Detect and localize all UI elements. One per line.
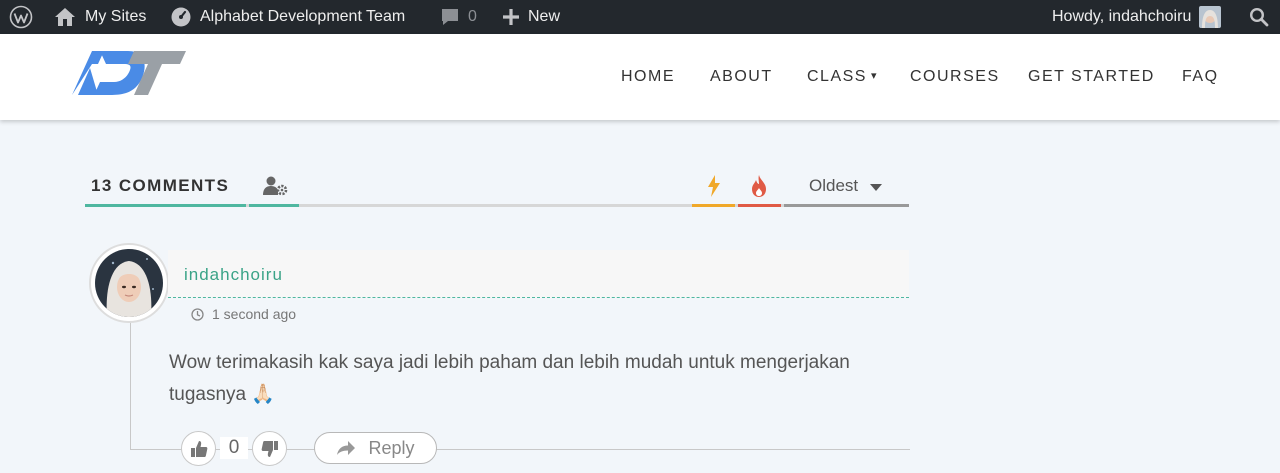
home-icon: [55, 8, 75, 26]
nav-faq[interactable]: FAQ: [1182, 68, 1219, 86]
comment-time-label: 1 second ago: [212, 306, 297, 322]
my-sites-label: My Sites: [85, 8, 147, 25]
site-header: HOME ABOUT CLASS ▾ COURSES GET STARTED FA…: [0, 34, 1280, 120]
sort-newest-button[interactable]: [704, 174, 724, 198]
fire-icon: [752, 175, 766, 197]
comment-text: Wow terimakasih kak saya jadi lebih paha…: [169, 352, 850, 405]
nav-home[interactable]: HOME: [621, 68, 675, 86]
reply-label: Reply: [368, 437, 415, 458]
subscribe-button[interactable]: [262, 175, 290, 197]
reply-button[interactable]: Reply: [314, 432, 437, 464]
dashboard-icon: [171, 7, 191, 27]
site-logo[interactable]: [70, 48, 188, 103]
reply-arrow-icon: [337, 441, 356, 455]
wordpress-menu[interactable]: [9, 0, 33, 34]
search-icon: [1249, 7, 1269, 27]
new-label: New: [528, 8, 561, 25]
comments-menu[interactable]: 0: [440, 0, 477, 34]
site-name-menu[interactable]: Alphabet Development Team: [170, 0, 405, 34]
sort-dropdown[interactable]: Oldest: [809, 176, 883, 196]
comment-author-bar: indahchoiru: [168, 250, 909, 298]
count-underline: [85, 204, 246, 207]
chevron-down-icon: ▾: [870, 70, 878, 82]
nav-class-label: CLASS: [807, 68, 867, 85]
upvote-button[interactable]: [181, 431, 216, 466]
thumbs-up-icon: [190, 440, 207, 457]
comment-icon: [442, 9, 458, 25]
nav-about[interactable]: ABOUT: [710, 68, 773, 86]
account-menu[interactable]: Howdy, indahchoiru: [1052, 0, 1222, 34]
caret-down-icon: [870, 184, 883, 191]
admin-search[interactable]: [1249, 0, 1269, 34]
plus-icon: [503, 9, 519, 25]
thread-line: [130, 320, 131, 450]
howdy-label: Howdy, indahchoiru: [1052, 8, 1192, 25]
subscribe-underline: [249, 204, 299, 207]
comment-author[interactable]: indahchoiru: [184, 265, 283, 285]
new-content-menu[interactable]: New: [502, 0, 560, 34]
user-avatar-small: [1199, 6, 1222, 28]
site-name-label: Alphabet Development Team: [200, 8, 406, 25]
comments-count: 0: [468, 8, 477, 25]
fire-underline: [738, 204, 781, 207]
sort-selected-label: Oldest: [809, 176, 859, 195]
lightning-icon: [708, 175, 720, 197]
my-sites-menu[interactable]: My Sites: [53, 0, 146, 34]
lightning-underline: [692, 204, 735, 207]
comment-time[interactable]: 1 second ago: [191, 306, 296, 322]
thumbs-down-icon: [261, 440, 278, 457]
comments-count-title: 13 COMMENTS: [91, 176, 230, 195]
adt-logo: [72, 51, 186, 95]
nav-class[interactable]: CLASS ▾: [807, 68, 878, 86]
user-settings-icon: [263, 176, 288, 196]
comment-avatar[interactable]: [89, 243, 169, 323]
vote-count: 0: [220, 437, 248, 459]
sort-hottest-button[interactable]: [749, 174, 769, 198]
wordpress-icon: [9, 5, 33, 29]
clock-icon: [191, 307, 204, 321]
downvote-button[interactable]: [252, 431, 287, 466]
nav-get-started[interactable]: GET STARTED: [1028, 68, 1155, 86]
nav-courses[interactable]: COURSES: [910, 68, 1000, 86]
admin-bar: My Sites Alphabet Development Team 0 New…: [0, 0, 1280, 34]
sort-underline: [784, 204, 909, 207]
